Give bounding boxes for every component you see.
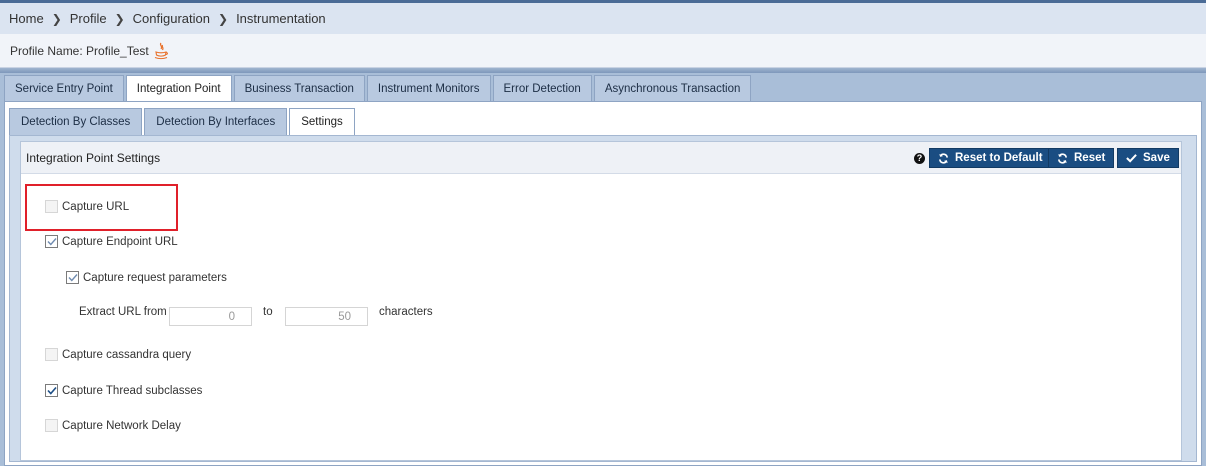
reset-label: Reset	[1074, 152, 1106, 164]
settings-tab-body: Integration Point Settings ? Reset to De…	[9, 135, 1197, 462]
save-button[interactable]: Save	[1117, 148, 1179, 168]
tab-service-entry-point[interactable]: Service Entry Point	[4, 75, 124, 101]
panel-header: Integration Point Settings ? Reset to De…	[21, 142, 1181, 174]
panel-title: Integration Point Settings	[26, 151, 161, 165]
capture-endpoint-url-checkbox[interactable]	[45, 235, 58, 248]
breadcrumb-home[interactable]: Home	[9, 11, 44, 26]
extract-url-label: Extract URL from	[79, 306, 167, 318]
chevron-right-icon: ❯	[51, 11, 62, 26]
reset-to-default-button[interactable]: Reset to Default	[929, 148, 1052, 168]
capture-request-parameters-checkbox[interactable]	[66, 271, 79, 284]
capture-thread-subclasses-checkbox[interactable]	[45, 384, 58, 397]
save-label: Save	[1143, 152, 1170, 164]
capture-url-checkbox[interactable]	[45, 200, 58, 213]
chevron-right-icon: ❯	[218, 11, 229, 26]
refresh-icon	[1058, 152, 1067, 164]
capture-cassandra-query-checkbox[interactable]	[45, 348, 58, 361]
capture-url-label: Capture URL	[62, 200, 130, 213]
integration-point-settings-panel: Integration Point Settings ? Reset to De…	[20, 141, 1182, 461]
extract-url-from-input[interactable]	[169, 307, 252, 326]
capture-network-delay-label: Capture Network Delay	[62, 419, 181, 432]
capture-network-delay-checkbox[interactable]	[45, 419, 58, 432]
checkmark-icon	[46, 386, 57, 395]
reset-to-default-label: Reset to Default	[955, 152, 1043, 164]
main-tab-bar: Service Entry Point Integration Point Bu…	[4, 75, 753, 101]
sub-tab-bar: Detection By Classes Detection By Interf…	[9, 108, 357, 135]
tab-detection-by-interfaces[interactable]: Detection By Interfaces	[144, 108, 288, 135]
tab-instrument-monitors[interactable]: Instrument Monitors	[366, 75, 491, 101]
tab-settings[interactable]: Settings	[289, 108, 355, 135]
tab-integration-point[interactable]: Integration Point	[125, 75, 232, 101]
capture-network-delay-row: Capture Network Delay	[45, 419, 181, 432]
capture-url-row: Capture URL	[45, 200, 129, 213]
settings-form: Capture URL Capture Endpoint URL Capture…	[21, 175, 1181, 460]
breadcrumb-profile[interactable]: Profile	[70, 11, 107, 26]
extract-url-to-label: to	[263, 306, 273, 318]
extract-url-suffix: characters	[379, 306, 433, 318]
tab-error-detection[interactable]: Error Detection	[492, 75, 592, 101]
breadcrumb-instrumentation: Instrumentation	[236, 11, 326, 26]
capture-thread-subclasses-row: Capture Thread subclasses	[45, 384, 202, 397]
checkmark-icon	[1126, 154, 1137, 163]
checkmark-icon	[67, 274, 78, 282]
capture-request-parameters-row: Capture request parameters	[66, 271, 227, 284]
capture-thread-subclasses-label: Capture Thread subclasses	[62, 384, 203, 397]
capture-cassandra-query-row: Capture cassandra query	[45, 348, 191, 361]
capture-cassandra-query-label: Capture cassandra query	[62, 348, 192, 361]
tab-detection-by-classes[interactable]: Detection By Classes	[9, 108, 143, 135]
profile-name-row: Profile Name: Profile_Test	[0, 34, 1206, 68]
tab-asynchronous-transaction[interactable]: Asynchronous Transaction	[593, 75, 752, 101]
capture-request-parameters-label: Capture request parameters	[83, 271, 227, 284]
breadcrumb-configuration[interactable]: Configuration	[133, 11, 210, 26]
profile-name-label: Profile Name: Profile_Test	[10, 43, 149, 58]
refresh-icon	[939, 152, 948, 164]
checkmark-icon	[46, 238, 57, 246]
extract-url-to-input[interactable]	[285, 307, 368, 326]
instrumentation-tabs-area: Service Entry Point Integration Point Bu…	[0, 73, 1206, 466]
chevron-right-icon: ❯	[114, 11, 125, 26]
capture-endpoint-url-label: Capture Endpoint URL	[62, 235, 178, 248]
breadcrumb: Home ❯ Profile ❯ Configuration ❯ Instrum…	[0, 3, 1206, 34]
tab-business-transaction[interactable]: Business Transaction	[233, 75, 365, 101]
integration-point-content: Detection By Classes Detection By Interf…	[4, 101, 1202, 466]
java-icon	[154, 42, 168, 60]
capture-endpoint-url-row: Capture Endpoint URL	[45, 235, 178, 248]
question-circle-icon[interactable]: ?	[914, 153, 925, 164]
reset-button[interactable]: Reset	[1048, 148, 1115, 168]
